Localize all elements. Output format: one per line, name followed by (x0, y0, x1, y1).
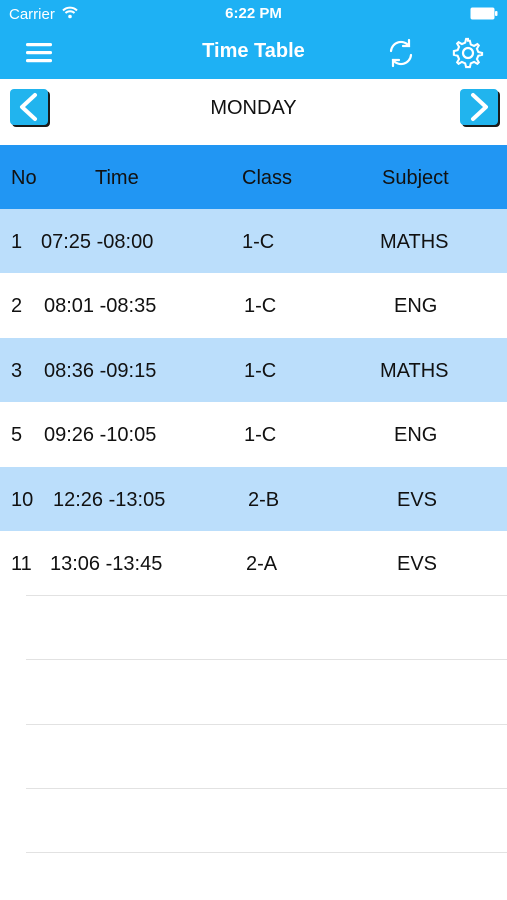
row-no: 3 (11, 360, 23, 382)
row-subject: ENG (394, 424, 438, 446)
status-bar: Carrier 6:22 PM (0, 0, 507, 28)
status-time: 6:22 PM (225, 5, 282, 22)
column-header-class: Class (242, 167, 293, 189)
column-header-time: Time (95, 167, 139, 189)
row-divider (26, 788, 507, 789)
row-subject: MATHS (380, 231, 449, 253)
row-class: 1-C (244, 424, 277, 446)
row-no: 10 (11, 489, 34, 511)
battery-icon (470, 7, 498, 20)
day-label: MONDAY (210, 97, 297, 119)
page-title: Time Table (202, 40, 305, 62)
table-row[interactable]: 3 08:36 -09:15 1-C MATHS (0, 338, 507, 402)
row-class: 2-A (246, 553, 278, 575)
nav-bar: Time Table (0, 28, 507, 79)
chevron-right-icon (471, 93, 488, 121)
row-subject: ENG (394, 295, 438, 317)
row-subject: EVS (397, 489, 438, 511)
row-divider (26, 659, 507, 660)
row-time: 12:26 -13:05 (53, 489, 166, 511)
row-class: 1-C (244, 360, 277, 382)
settings-icon[interactable] (452, 37, 484, 69)
row-divider (26, 724, 507, 725)
row-no: 11 (11, 553, 32, 575)
next-day-button[interactable] (460, 89, 498, 125)
column-header-no: No (11, 167, 37, 189)
row-divider (26, 595, 507, 596)
row-time: 13:06 -13:45 (50, 553, 163, 575)
row-no: 1 (11, 231, 23, 253)
table-row[interactable]: 1 07:25 -08:00 1-C MATHS (0, 209, 507, 273)
row-time: 08:01 -08:35 (44, 295, 157, 317)
row-no: 5 (11, 424, 23, 446)
refresh-icon[interactable] (385, 37, 417, 69)
row-time: 09:26 -10:05 (44, 424, 157, 446)
table-row[interactable]: 5 09:26 -10:05 1-C ENG (0, 402, 507, 466)
table-row[interactable]: 11 13:06 -13:45 2-A EVS (0, 531, 507, 595)
row-class: 2-B (248, 489, 280, 511)
row-time: 07:25 -08:00 (41, 231, 154, 253)
table-row[interactable]: 10 12:26 -13:05 2-B EVS (0, 467, 507, 531)
table-row[interactable]: 2 08:01 -08:35 1-C ENG (0, 273, 507, 337)
row-subject: MATHS (380, 360, 449, 382)
table-header: No Time Class Subject (0, 145, 507, 209)
day-selector: MONDAY (0, 79, 507, 145)
row-no: 2 (11, 295, 23, 317)
row-class: 1-C (242, 231, 275, 253)
row-subject: EVS (397, 553, 438, 575)
column-header-subject: Subject (382, 167, 449, 189)
row-divider (26, 852, 507, 853)
row-time: 08:36 -09:15 (44, 360, 157, 382)
row-class: 1-C (244, 295, 277, 317)
